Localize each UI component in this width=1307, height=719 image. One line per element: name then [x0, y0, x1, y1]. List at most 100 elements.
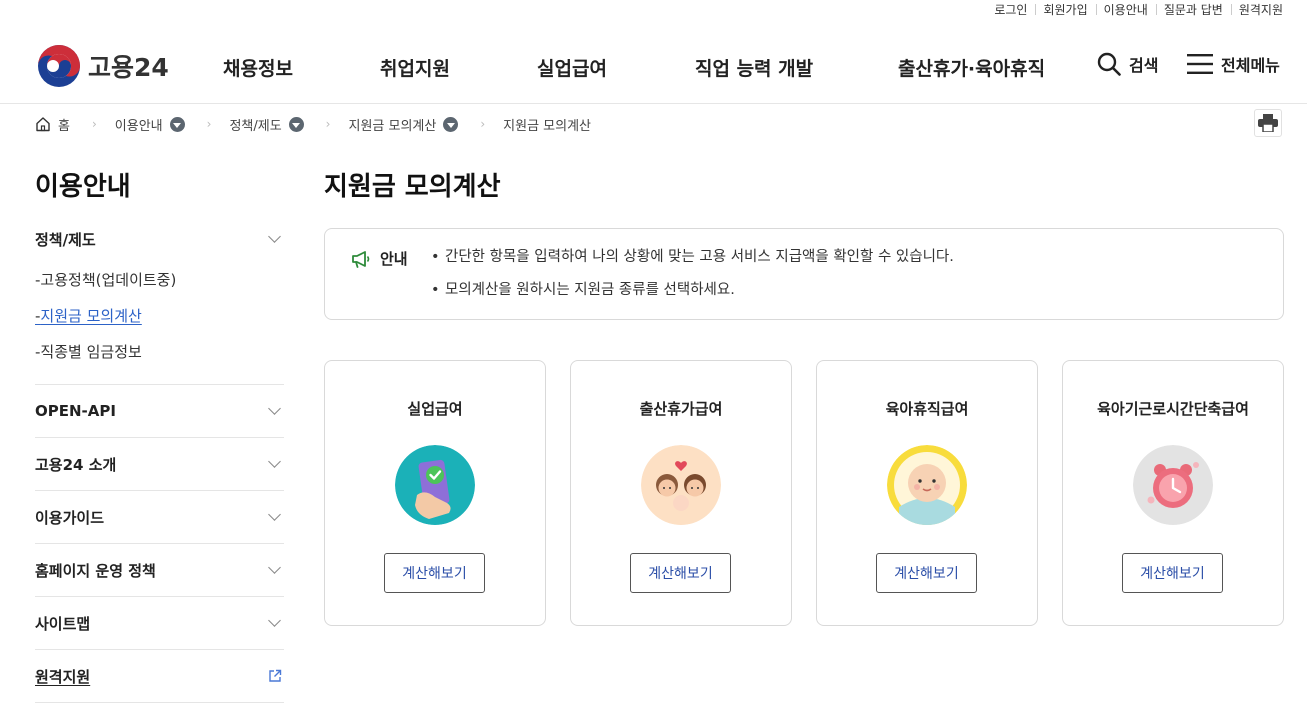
- chevron-right-icon: ›: [206, 117, 212, 131]
- breadcrumb-home-label: 홈: [58, 118, 70, 134]
- external-link-icon: [269, 669, 282, 682]
- hamburger-icon: [1187, 54, 1213, 74]
- all-menu-label: 전체메뉴: [1221, 56, 1280, 75]
- family-icon: [641, 445, 721, 525]
- qna-link[interactable]: 질문과 답변: [1155, 1, 1231, 18]
- calculate-button[interactable]: 계산해보기: [1122, 553, 1223, 593]
- breadcrumb-item-policy[interactable]: 정책/제도: [229, 115, 304, 134]
- side-nav: 정책/제도 -고용정책(업데이트중) -지원금 모의계산 -직종별 임금정보 O…: [35, 218, 284, 703]
- remote-support-link[interactable]: 원격지원: [1230, 1, 1283, 18]
- chevron-down-icon: [268, 614, 281, 627]
- gnb-item-jobs[interactable]: 채용정보: [223, 54, 293, 81]
- notice-label: 안내: [351, 248, 408, 269]
- phone-check-icon: [395, 445, 475, 525]
- calculate-button[interactable]: 계산해보기: [876, 553, 977, 593]
- calculate-button[interactable]: 계산해보기: [630, 553, 731, 593]
- gnb-item-parental-leave[interactable]: 출산휴가·육아휴직: [898, 54, 1045, 81]
- lnb-group-openapi: OPEN-API: [35, 385, 284, 438]
- notice-item: 모의계산을 원하시는 지원금 종류를 선택하세요.: [431, 280, 954, 313]
- lnb-head-label: 홈페이지 운영 정책: [35, 561, 156, 580]
- logo[interactable]: 고용24: [38, 45, 169, 87]
- breadcrumb-home[interactable]: 홈: [35, 115, 70, 134]
- dropdown-icon: [169, 116, 185, 132]
- lnb-head-label: 사이트맵: [35, 614, 91, 633]
- megaphone-icon: [352, 250, 370, 268]
- card-maternity-leave-benefit: 출산휴가급여 계산해보기: [570, 360, 792, 626]
- guide-link[interactable]: 이용안내: [1095, 1, 1156, 18]
- dropdown-icon: [288, 116, 304, 132]
- notice-list: 간단한 항목을 입력하여 나의 상황에 맞는 고용 서비스 지급액을 확인할 수…: [431, 247, 954, 313]
- card-title: 실업급여: [407, 400, 463, 418]
- subsidy-cards: 실업급여 계산해보기 출산휴가급여 계산해보기 육아휴직급여 계산해보기 육아기…: [324, 360, 1284, 626]
- lnb-head-label: 이용가이드: [35, 508, 105, 527]
- lnb-head-policy[interactable]: 정책/제도: [35, 218, 284, 260]
- card-title: 출산휴가급여: [639, 400, 723, 418]
- lnb-head-remote-support[interactable]: 원격지원: [35, 650, 284, 702]
- gnb-item-employment-support[interactable]: 취업지원: [380, 54, 450, 81]
- lnb-group-policy: 정책/제도 -고용정책(업데이트중) -지원금 모의계산 -직종별 임금정보: [35, 218, 284, 385]
- lnb-group-site-policy: 홈페이지 운영 정책: [35, 544, 284, 597]
- lnb-head-user-guide[interactable]: 이용가이드: [35, 491, 284, 543]
- lnb-sub-subsidy-simulator[interactable]: -지원금 모의계산: [35, 298, 284, 334]
- card-parental-leave-benefit: 육아휴직급여 계산해보기: [816, 360, 1038, 626]
- alarm-clock-icon: [1133, 445, 1213, 525]
- lnb-sub-employment-policy[interactable]: -고용정책(업데이트중): [35, 262, 284, 298]
- notice-box: 안내 간단한 항목을 입력하여 나의 상황에 맞는 고용 서비스 지급액을 확인…: [324, 228, 1284, 320]
- card-title: 육아휴직급여: [885, 400, 969, 418]
- lnb-group-remote-support: 원격지원: [35, 650, 284, 703]
- logo-text: 고용24: [88, 53, 169, 82]
- signup-link[interactable]: 회원가입: [1035, 1, 1095, 18]
- chevron-down-icon: [268, 508, 281, 521]
- chevron-down-icon: [268, 402, 281, 415]
- chevron-right-icon: ›: [91, 117, 97, 131]
- gnb-item-unemployment-benefit[interactable]: 실업급여: [537, 54, 607, 81]
- chevron-down-icon: [268, 455, 281, 468]
- login-link[interactable]: 로그인: [986, 1, 1035, 18]
- chevron-down-icon: [268, 230, 281, 243]
- chevron-right-icon: ›: [480, 117, 486, 131]
- all-menu-button[interactable]: 전체메뉴: [1187, 52, 1280, 76]
- card-unemployment-benefit: 실업급여 계산해보기: [324, 360, 546, 626]
- utility-bar: 로그인 회원가입 이용안내 질문과 답변 원격지원: [986, 0, 1283, 18]
- lnb-head-about[interactable]: 고용24 소개: [35, 438, 284, 490]
- lnb-group-sitemap: 사이트맵: [35, 597, 284, 650]
- card-reduced-hours-benefit: 육아기근로시간단축급여 계산해보기: [1062, 360, 1284, 626]
- lnb-head-site-policy[interactable]: 홈페이지 운영 정책: [35, 544, 284, 596]
- lnb-head-sitemap[interactable]: 사이트맵: [35, 597, 284, 649]
- breadcrumb-label: 이용안내: [114, 118, 163, 134]
- chevron-down-icon: [268, 561, 281, 574]
- gnb-item-vocational-training[interactable]: 직업 능력 개발: [695, 54, 813, 81]
- search-button[interactable]: 검색: [1097, 52, 1158, 76]
- header: 고용24 채용정보 취업지원 실업급여 직업 능력 개발 출산휴가·육아휴직 검…: [0, 24, 1307, 104]
- lnb-head-label: 정책/제도: [35, 230, 96, 249]
- lnb-head-openapi[interactable]: OPEN-API: [35, 385, 284, 437]
- printer-icon: [1258, 114, 1278, 132]
- home-icon: [36, 117, 50, 132]
- breadcrumb-label: 정책/제도: [229, 118, 282, 134]
- notice-label-text: 안내: [380, 250, 408, 268]
- search-label: 검색: [1129, 56, 1159, 75]
- breadcrumb-item-guide[interactable]: 이용안내: [115, 115, 185, 134]
- breadcrumb-item-simulator[interactable]: 지원금 모의계산: [348, 115, 459, 134]
- lnb-sub-wage-info[interactable]: -직종별 임금정보: [35, 334, 284, 370]
- lnb-sub-list: -고용정책(업데이트중) -지원금 모의계산 -직종별 임금정보: [35, 260, 284, 384]
- taegeuk-emblem-icon: [38, 45, 80, 87]
- notice-item: 간단한 항목을 입력하여 나의 상황에 맞는 고용 서비스 지급액을 확인할 수…: [431, 247, 954, 280]
- lnb-head-label: 원격지원: [35, 667, 91, 686]
- breadcrumb: 홈 › 이용안내 › 정책/제도 › 지원금 모의계산 › 지원금 모의계산: [35, 113, 591, 135]
- chevron-right-icon: ›: [325, 117, 331, 131]
- lnb-title: 이용안내: [35, 172, 131, 202]
- calculate-button[interactable]: 계산해보기: [384, 553, 485, 593]
- lnb-head-label: OPEN-API: [35, 402, 116, 420]
- search-icon: [1097, 52, 1121, 76]
- lnb-group-user-guide: 이용가이드: [35, 491, 284, 544]
- breadcrumb-current: 지원금 모의계산: [503, 118, 592, 134]
- dropdown-icon: [443, 116, 459, 132]
- print-button[interactable]: [1254, 109, 1282, 137]
- card-title: 육아기근로시간단축급여: [1097, 400, 1249, 418]
- breadcrumb-label: 지원금 모의계산: [348, 118, 437, 134]
- lnb-head-label: 고용24 소개: [35, 455, 117, 474]
- lnb-group-about: 고용24 소개: [35, 438, 284, 491]
- baby-icon: [887, 445, 967, 525]
- page-title: 지원금 모의계산: [324, 172, 501, 202]
